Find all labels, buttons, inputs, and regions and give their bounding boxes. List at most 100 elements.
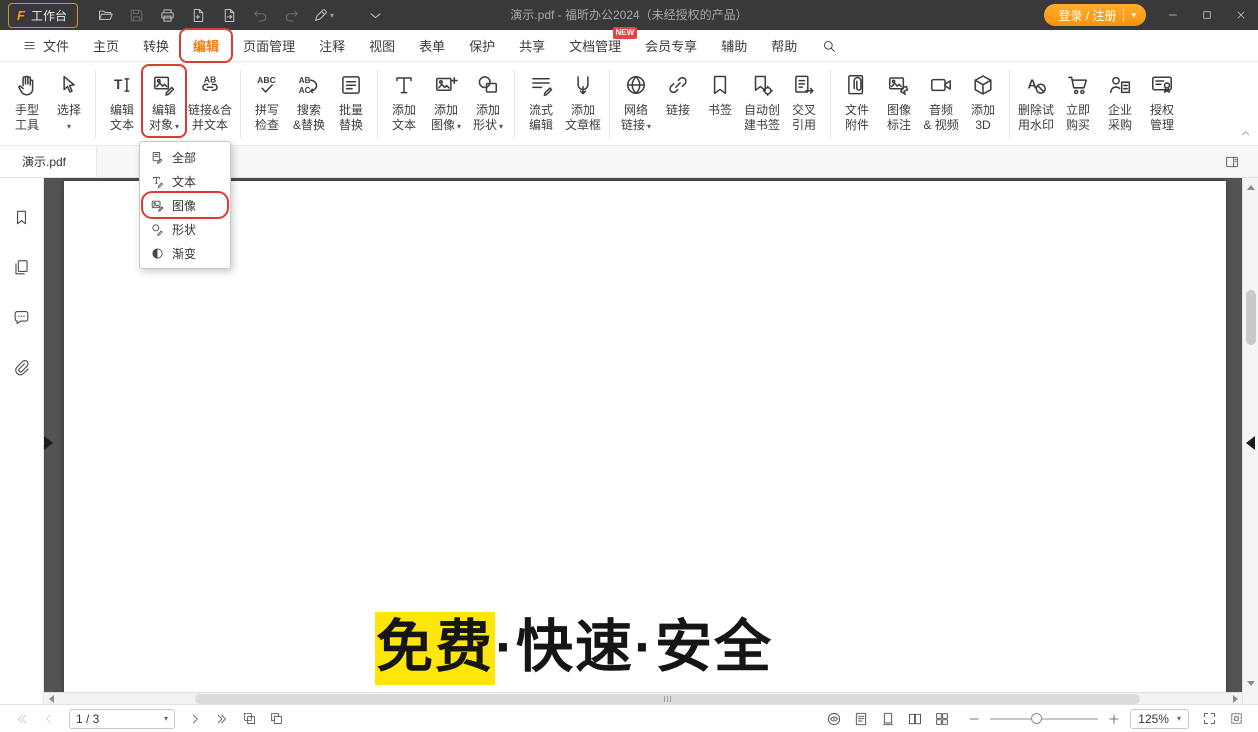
collapse-ribbon-button[interactable] [1239,127,1252,140]
page-plus-button[interactable] [187,3,211,27]
print-button[interactable] [156,3,180,27]
view-mode-button[interactable] [822,708,846,730]
select-button[interactable]: 选择▾ [48,66,90,136]
fit-screen-button[interactable] [1197,708,1221,730]
zoom-level-select[interactable]: 125% ▾ [1130,709,1189,729]
panel-attachments-button[interactable] [9,354,35,380]
menu-item-comment[interactable]: 注释 [307,30,357,61]
menu-item-doc-manage[interactable]: 文档管理NEW [557,30,633,61]
login-register-button[interactable]: 登录 / 注册 ▾ [1044,4,1146,26]
dropdown-item-image[interactable]: 图像 [143,193,227,217]
vertical-scroll-thumb[interactable] [1246,290,1256,345]
expand-left-panel-handle[interactable] [44,436,53,450]
menu-item-member[interactable]: 会员专享 [633,30,709,61]
hand-tool-button[interactable]: 手型工具 [6,66,48,136]
clipboard-button[interactable] [264,708,288,730]
horizontal-scrollbar[interactable] [44,692,1242,704]
reading-mode-button[interactable] [849,708,873,730]
vertical-scrollbar[interactable] [1242,178,1258,704]
thumbnail-grid-button[interactable] [930,708,954,730]
dropdown-item-text[interactable]: 文本 [143,169,227,193]
facing-pages-button[interactable] [903,708,927,730]
minimize-button[interactable] [1156,0,1190,30]
edit-text-button[interactable]: T编辑文本 [101,66,143,136]
add-image-button[interactable]: 添加图像▾ [425,66,467,136]
redo-button[interactable] [280,3,304,27]
close-button[interactable] [1224,0,1258,30]
chevron-down-icon[interactable]: ▾ [164,714,168,723]
image-annotation-button[interactable]: 图像标注 [878,66,920,136]
menu-item-protect[interactable]: 保护 [457,30,507,61]
add-shape-button[interactable]: 添加形状▾ [467,66,509,136]
panel-bookmarks-button[interactable] [9,204,35,230]
menu-item-page-manage[interactable]: 页面管理 [231,30,307,61]
zoom-out-button[interactable] [962,708,986,730]
open-file-button[interactable] [94,3,118,27]
edit-object-button[interactable]: 编辑对象▾ [143,66,185,136]
save-button[interactable] [125,3,149,27]
batch-replace-button[interactable]: 批量替换 [330,66,372,136]
panel-pages-button[interactable] [9,254,35,280]
sign-button[interactable]: ▾ [311,3,335,27]
scroll-left-button[interactable] [44,693,58,704]
audio-video-button[interactable]: 音频& 视频 [920,66,962,136]
last-page-button[interactable] [210,708,234,730]
menu-item-assist[interactable]: 辅助 [709,30,759,61]
menu-item-share[interactable]: 共享 [507,30,557,61]
search-replace-button[interactable]: ABAC搜索&替换 [288,66,330,136]
menu-item-help[interactable]: 帮助 [759,30,809,61]
svg-text:T: T [114,76,123,92]
link-button[interactable]: 链接 [657,66,699,121]
add-3d-button[interactable]: 添加3D [962,66,1004,136]
first-page-button[interactable] [10,708,34,730]
expand-right-panel-handle[interactable] [1246,436,1255,450]
workspace-button[interactable]: F 工作台 [8,3,78,28]
menu-item-home[interactable]: 主页 [81,30,131,61]
web-link-button[interactable]: 网络链接▾ [615,66,657,136]
horizontal-scroll-thumb[interactable] [195,694,1140,704]
menu-item-edit[interactable]: 编辑 [181,30,231,61]
menu-item-file[interactable]: 文件 [10,30,81,61]
cross-reference-button[interactable]: 交叉引用 [783,66,825,136]
flow-edit-button[interactable]: 流式编辑 [520,66,562,136]
menu-item-form[interactable]: 表单 [407,30,457,61]
add-text-button[interactable]: 添加文本 [383,66,425,136]
next-page-button[interactable] [183,708,207,730]
scroll-down-button[interactable] [1243,676,1258,690]
spell-check-button[interactable]: ABC拼写检查 [246,66,288,136]
scroll-right-button[interactable] [1228,693,1242,704]
dropdown-item-all[interactable]: 全部 [143,145,227,169]
add-article-box-button[interactable]: 添加文章框 [562,66,604,136]
license-manage-button[interactable]: 授权管理 [1141,66,1183,136]
bookmark-button[interactable]: 书签 [699,66,741,121]
file-attachment-button[interactable]: 文件附件 [836,66,878,136]
dropdown-item-label: 形状 [172,221,196,238]
buy-now-button[interactable]: 立即购买 [1057,66,1099,136]
zoom-slider-thumb[interactable] [1031,713,1042,724]
single-page-button[interactable] [876,708,900,730]
panel-comments-button[interactable] [9,304,35,330]
document-tab[interactable]: 演示.pdf [0,146,97,177]
menubar-search-button[interactable] [809,32,849,60]
page-arrow-button[interactable] [218,3,242,27]
page-number-input[interactable]: 1 / 3 ▾ [69,709,175,729]
menu-item-convert[interactable]: 转换 [131,30,181,61]
maximize-button[interactable] [1190,0,1224,30]
menu-item-view[interactable]: 视图 [357,30,407,61]
label-text: 链接 [666,103,690,118]
remove-trial-watermark-button[interactable]: A删除试用水印 [1015,66,1057,136]
dropdown-item-gradient[interactable]: 渐变 [143,241,227,265]
auto-bookmark-button[interactable]: 自动创建书签 [741,66,783,136]
undo-button[interactable] [249,3,273,27]
collapse-toolbar-button[interactable] [364,3,388,27]
panel-toggle-button[interactable] [1224,154,1240,170]
scroll-up-button[interactable] [1243,180,1258,194]
fit-page-button[interactable] [1224,708,1248,730]
zoom-in-button[interactable] [1102,708,1126,730]
dropdown-item-shape[interactable]: 形状 [143,217,227,241]
snapshot-button[interactable] [237,708,261,730]
zoom-slider[interactable] [990,709,1098,729]
prev-page-button[interactable] [37,708,61,730]
enterprise-purchase-button[interactable]: 企业采购 [1099,66,1141,136]
link-merge-text-button[interactable]: AB链接&合并文本 [185,66,235,136]
